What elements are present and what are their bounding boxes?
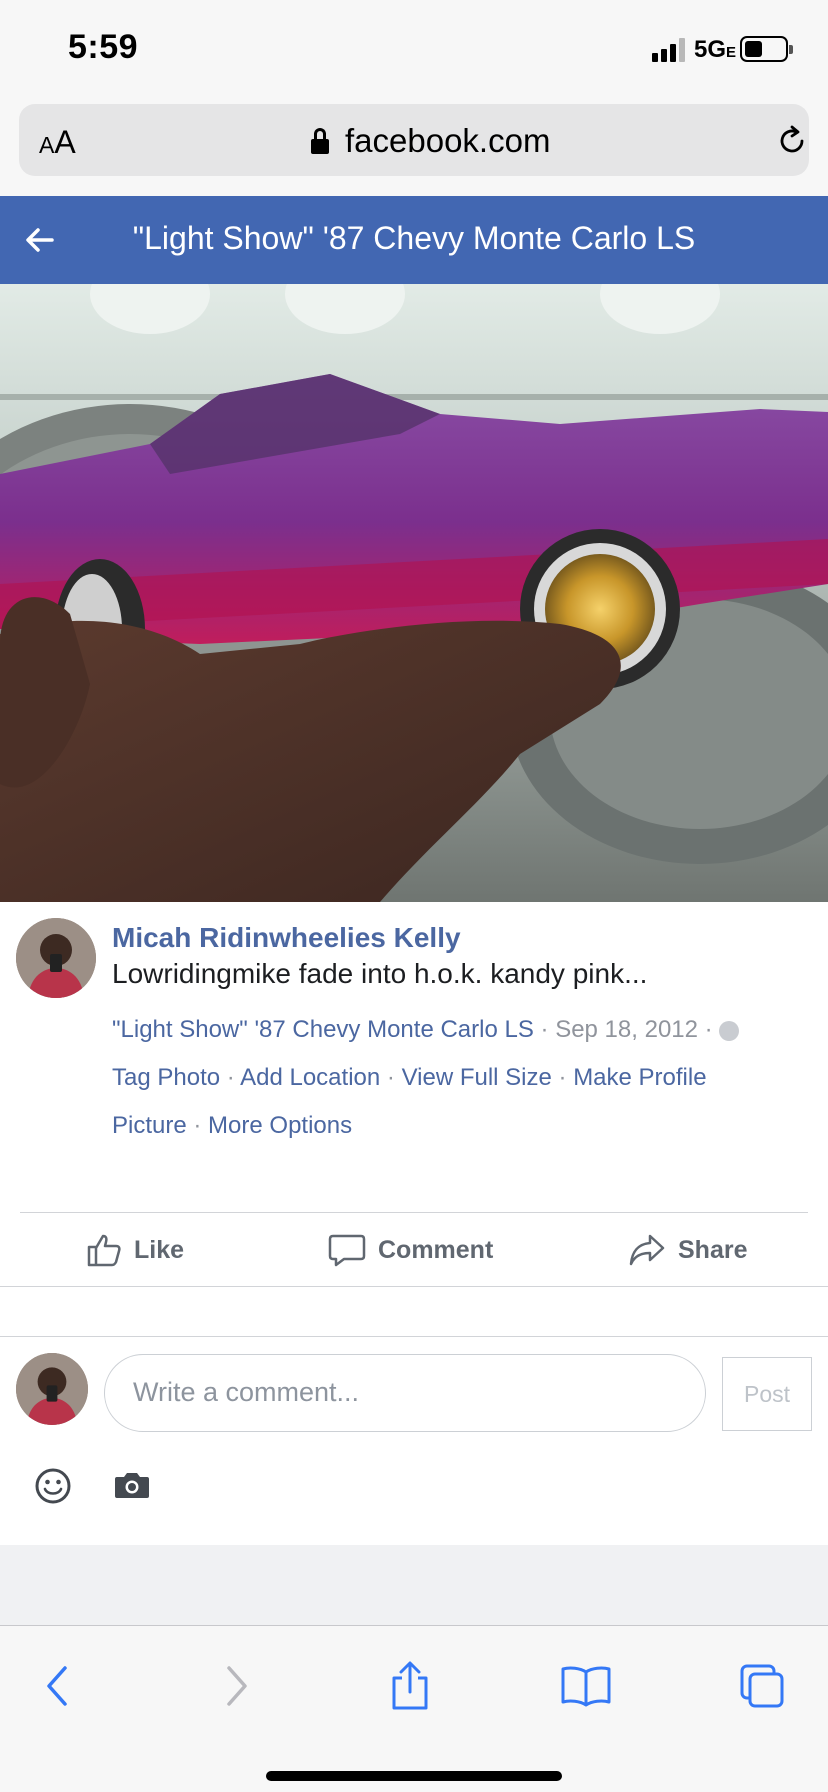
author-avatar[interactable] [16, 918, 96, 998]
add-location-link[interactable]: Add Location [240, 1064, 380, 1091]
thumbs-up-icon [87, 1234, 121, 1267]
address-bar[interactable]: AA facebook.com [19, 104, 809, 176]
tabs-button[interactable] [732, 1656, 792, 1716]
network-type: 5GE [694, 36, 737, 63]
browser-address-area: AA facebook.com [0, 96, 828, 196]
share-arrow-icon [629, 1234, 665, 1266]
home-indicator[interactable] [266, 1771, 562, 1781]
share-button[interactable] [380, 1656, 440, 1716]
comment-bubble-icon [328, 1234, 366, 1267]
page-title: "Light Show" '87 Chevy Monte Carlo LS [132, 220, 696, 256]
chevron-right-icon [227, 1666, 247, 1706]
post-meta: "Light Show" '87 Chevy Monte Carlo LS · … [112, 1006, 812, 1150]
status-time: 5:59 [68, 28, 139, 66]
browser-toolbar [0, 1625, 828, 1792]
make-profile-link[interactable]: Make Profile [573, 1064, 706, 1091]
make-profile-picture-link[interactable]: Picture [112, 1112, 187, 1139]
page-background [0, 1545, 828, 1625]
tag-photo-link[interactable]: Tag Photo [112, 1064, 220, 1091]
lock-icon [311, 128, 329, 154]
divider [20, 1212, 808, 1213]
like-button[interactable]: Like [86, 1226, 184, 1274]
tabs-icon [740, 1664, 784, 1708]
post-comment-button[interactable]: Post [722, 1357, 812, 1431]
bookmarks-button[interactable] [556, 1656, 616, 1716]
comment-input[interactable]: Write a comment... [104, 1354, 706, 1432]
post-caption: Lowridingmike fade into h.o.k. kandy pin… [112, 958, 648, 989]
comment-button[interactable]: Comment [328, 1226, 493, 1274]
chevron-left-icon [47, 1666, 67, 1706]
comment-composer: Write a comment... Post [0, 1337, 828, 1545]
more-options-link[interactable]: More Options [208, 1112, 352, 1139]
smiley-icon[interactable] [34, 1467, 72, 1505]
post-photo[interactable] [0, 284, 828, 902]
author-name[interactable]: Micah Ridinwheelies Kelly [112, 922, 461, 954]
globe-icon [719, 1020, 740, 1041]
post-actions: Like Comment Share [0, 1214, 828, 1286]
album-link[interactable]: "Light Show" '87 Chevy Monte Carlo LS [112, 1016, 534, 1043]
url-text[interactable]: facebook.com [345, 122, 550, 160]
battery-icon [740, 36, 793, 62]
divider [0, 1286, 828, 1287]
reload-icon[interactable] [775, 124, 809, 158]
book-icon [561, 1666, 611, 1707]
user-avatar [16, 1353, 88, 1425]
signal-strength-icon [652, 38, 688, 62]
post-date: Sep 18, 2012 [555, 1016, 698, 1043]
status-bar: 5:59 5GE [0, 0, 828, 96]
text-size-button[interactable]: AA [39, 124, 76, 161]
share-button[interactable]: Share [628, 1226, 747, 1274]
back-button[interactable] [28, 1656, 88, 1716]
view-full-size-link[interactable]: View Full Size [402, 1064, 552, 1091]
forward-button[interactable] [206, 1656, 266, 1716]
photo-image [0, 284, 828, 902]
share-icon [392, 1661, 428, 1710]
page-header: "Light Show" '87 Chevy Monte Carlo LS [0, 196, 828, 284]
camera-icon[interactable] [114, 1470, 150, 1500]
